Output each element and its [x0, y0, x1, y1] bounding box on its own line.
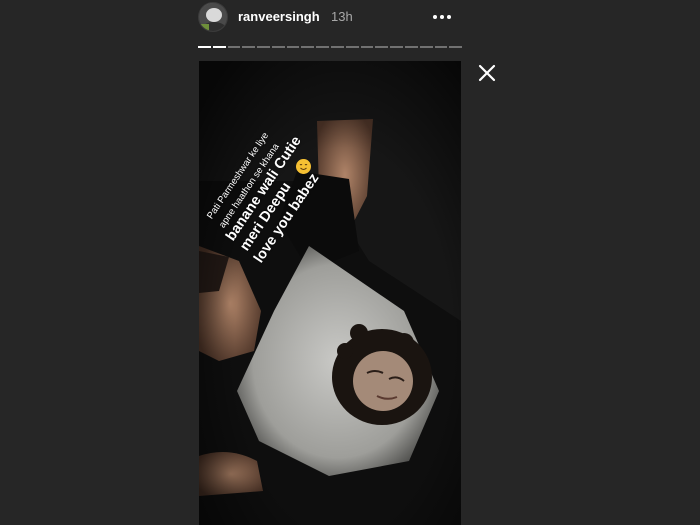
- progress-segment: [449, 46, 463, 48]
- progress-segment: [257, 46, 270, 48]
- progress-segment: [375, 46, 389, 48]
- more-dots-icon: [447, 15, 451, 19]
- progress-segment: [345, 46, 359, 48]
- progress-segment: [434, 46, 448, 48]
- close-icon: [478, 64, 496, 82]
- progress-segment: [271, 46, 285, 48]
- username-link[interactable]: ranveersingh: [238, 9, 320, 24]
- close-button[interactable]: [476, 62, 498, 84]
- story-content[interactable]: Pati Parmeshwar ke liye apne haathon se …: [199, 61, 461, 525]
- timestamp: 13h: [331, 9, 353, 24]
- progress-segment: [286, 46, 300, 48]
- progress-segment: [360, 46, 374, 48]
- avatar[interactable]: [198, 2, 228, 32]
- more-options-button[interactable]: [430, 8, 454, 26]
- progress-segment: [242, 46, 256, 48]
- progress-segment: [404, 46, 418, 48]
- progress-segment: [331, 46, 344, 48]
- progress-segment: [316, 46, 330, 48]
- story-progress-bar: [198, 46, 463, 48]
- more-dots-icon: [440, 15, 444, 19]
- progress-segment: [390, 46, 403, 48]
- story-header: ranveersingh 13h: [198, 0, 462, 36]
- progress-segment: [419, 46, 433, 48]
- more-dots-icon: [433, 15, 437, 19]
- story-photo: [199, 61, 461, 525]
- progress-segment: [301, 46, 315, 48]
- progress-segment: [198, 46, 211, 48]
- progress-segment: [212, 46, 226, 48]
- profile-avatar-icon: [199, 3, 227, 31]
- progress-segment: [227, 46, 241, 48]
